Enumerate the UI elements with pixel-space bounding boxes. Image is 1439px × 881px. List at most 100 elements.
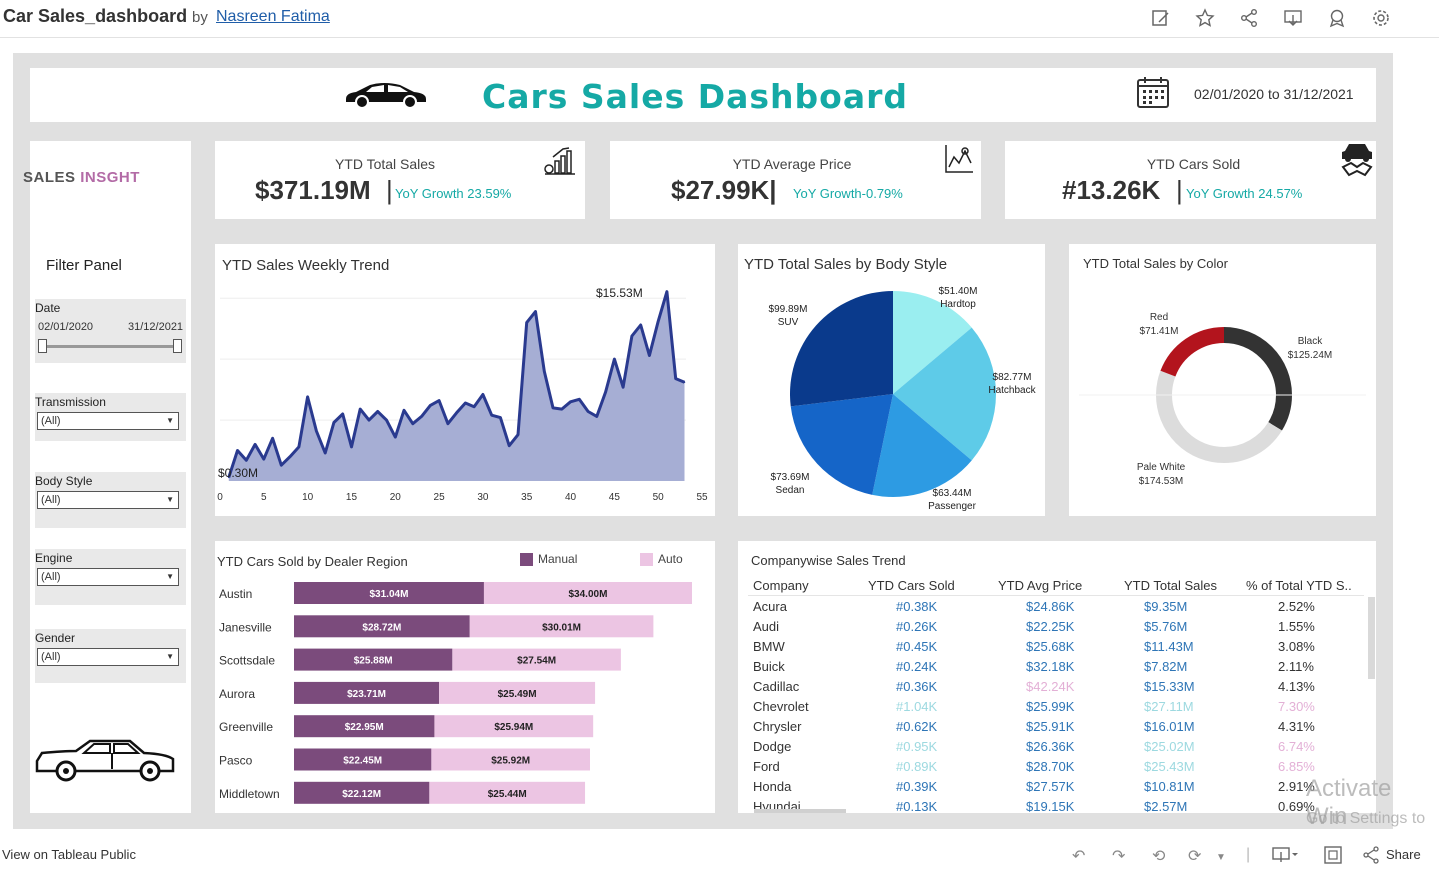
table-row[interactable]: Chrysler #0.62K $25.91K $16.01M 4.31%	[748, 719, 1364, 739]
table-row[interactable]: Cadillac #0.36K $42.24K $15.33M 4.13%	[748, 679, 1364, 699]
cars-sold: #0.24K	[896, 659, 938, 674]
view-on-tableau-link[interactable]: View on Tableau Public	[2, 847, 136, 862]
undo-icon[interactable]: ↶	[1072, 846, 1085, 866]
weekly-max-label: $15.53M	[596, 286, 643, 300]
dealer-region-panel: YTD Cars Sold by Dealer Region Manual Au…	[215, 541, 715, 813]
redo-icon[interactable]: ↷	[1112, 846, 1125, 866]
date-filter-label: Date	[35, 301, 61, 315]
table-row[interactable]: Dodge #0.95K $26.36K $25.02M 6.74%	[748, 739, 1364, 759]
data-point	[473, 405, 475, 408]
badge-icon[interactable]	[1326, 8, 1348, 30]
total-sales: $25.02M	[1144, 739, 1195, 754]
avg-price: $28.70K	[1026, 759, 1075, 774]
bar-manual-label: $23.71M	[347, 689, 386, 700]
region-label: Aurora	[219, 687, 255, 701]
fullscreen-icon[interactable]	[1324, 846, 1342, 869]
donut-category-label: Black	[1298, 336, 1323, 347]
table-row[interactable]: BMW #0.45K $25.68K $11.43M 3.08%	[748, 639, 1364, 659]
table-row[interactable]: Acura #0.38K $24.86K $9.35M 2.52%	[748, 599, 1364, 619]
table-h-scrollbar[interactable]	[754, 809, 846, 813]
total-sales: $16.01M	[1144, 719, 1195, 734]
avg-price: $25.99K	[1026, 699, 1075, 714]
data-point	[447, 422, 449, 425]
table-row[interactable]: Chevrolet #1.04K $25.99K $27.11M 7.30%	[748, 699, 1364, 719]
edit-icon[interactable]	[1150, 8, 1172, 30]
body-style-select-value: (All)	[41, 494, 61, 506]
column-header[interactable]: YTD Cars Sold	[868, 578, 955, 593]
brand-title: SALES INSGHT	[23, 169, 140, 186]
top-bar: Car Sales_dashboard by Nasreen Fatima	[0, 0, 1439, 38]
bar-auto-label: $25.44M	[488, 789, 527, 800]
weekly-min-label: $0.30M	[218, 466, 259, 480]
date-slider-start-handle[interactable]	[38, 339, 47, 353]
kpi-growth: YoY Growth-0.79%	[793, 186, 903, 201]
data-point	[525, 321, 528, 324]
bar-manual-label: $22.12M	[342, 789, 381, 800]
column-header[interactable]: % of Total YTD S..	[1246, 578, 1352, 593]
engine-select[interactable]: (All) ▼	[37, 568, 179, 586]
data-point	[368, 419, 370, 421]
data-point	[657, 320, 659, 323]
body-style-select[interactable]: (All) ▼	[37, 491, 179, 509]
header-divider	[748, 595, 1364, 596]
column-header[interactable]: Company	[753, 578, 809, 593]
kpi-average-price: YTD Average Price $27.99K| YoY Growth-0.…	[610, 141, 981, 219]
transmission-select[interactable]: (All) ▼	[37, 412, 179, 430]
table-row[interactable]: Audi #0.26K $22.25K $5.76M 1.55%	[748, 619, 1364, 639]
bar-manual-label: $22.45M	[343, 756, 382, 767]
data-point	[639, 324, 642, 326]
table-row[interactable]: Ford #0.89K $28.70K $25.43M 6.85%	[748, 759, 1364, 779]
column-header[interactable]: YTD Avg Price	[998, 578, 1082, 593]
total-sales: $7.82M	[1144, 659, 1188, 674]
data-point	[315, 430, 318, 432]
refresh-icon[interactable]: ⟳	[1188, 846, 1201, 866]
column-header[interactable]: YTD Total Sales	[1124, 578, 1217, 593]
data-point	[385, 419, 388, 421]
table-row[interactable]: Buick #0.24K $32.18K $7.82M 2.11%	[748, 659, 1364, 679]
trend-area	[228, 291, 685, 481]
date-slider-track[interactable]	[43, 345, 177, 348]
data-point	[236, 449, 239, 452]
filter-panel-title: Filter Panel	[46, 257, 122, 274]
kpi-label: YTD Total Sales	[334, 156, 436, 172]
donut-category-label: Red	[1150, 312, 1168, 323]
gender-select[interactable]: (All) ▼	[37, 648, 179, 666]
pct-total: 6.74%	[1278, 739, 1315, 754]
download-icon[interactable]	[1282, 8, 1304, 30]
company-name: Chrysler	[753, 719, 802, 734]
data-point	[543, 370, 546, 373]
data-point	[298, 446, 300, 448]
share-network-icon[interactable]	[1238, 8, 1260, 30]
star-icon[interactable]	[1194, 8, 1216, 30]
x-tick-label: 50	[653, 492, 665, 503]
kpi-cars-sold: YTD Cars Sold #13.26K | YoY Growth 24.57…	[1005, 141, 1376, 219]
download-icon[interactable]	[1272, 846, 1298, 869]
data-point	[569, 400, 572, 403]
data-point	[482, 393, 484, 396]
region-label: Scottsdale	[219, 654, 275, 668]
dashboard-title: Cars Sales Dashboard	[482, 77, 909, 116]
data-point	[394, 436, 397, 438]
revert-icon[interactable]: ⟲	[1152, 846, 1165, 866]
author-link[interactable]: Nasreen Fatima	[216, 8, 330, 26]
bar-manual-label: $31.04M	[370, 589, 409, 600]
data-point	[490, 414, 493, 416]
table-scrollbar[interactable]	[1368, 597, 1375, 679]
share-network-icon[interactable]	[1362, 846, 1380, 869]
chevron-down-icon: ▼	[166, 652, 174, 661]
donut-value-label: $125.24M	[1288, 350, 1332, 361]
gear-icon[interactable]	[1370, 8, 1392, 30]
data-point	[508, 444, 511, 447]
gender-select-value: (All)	[41, 651, 61, 663]
line-chart-icon	[943, 143, 975, 180]
company-name: Cadillac	[753, 679, 800, 694]
date-slider-end-handle[interactable]	[173, 339, 182, 353]
data-point	[666, 290, 668, 293]
pct-total: 4.13%	[1278, 679, 1315, 694]
table-row[interactable]: Honda #0.39K $27.57K $10.81M 2.91%	[748, 779, 1364, 799]
pct-total: 7.30%	[1278, 699, 1315, 714]
kpi-separator: |	[1176, 175, 1183, 205]
chevron-down-icon[interactable]: ▼	[1216, 852, 1226, 863]
workbook-title: Car Sales_dashboard	[3, 6, 188, 26]
share-button[interactable]: Share	[1386, 847, 1421, 862]
